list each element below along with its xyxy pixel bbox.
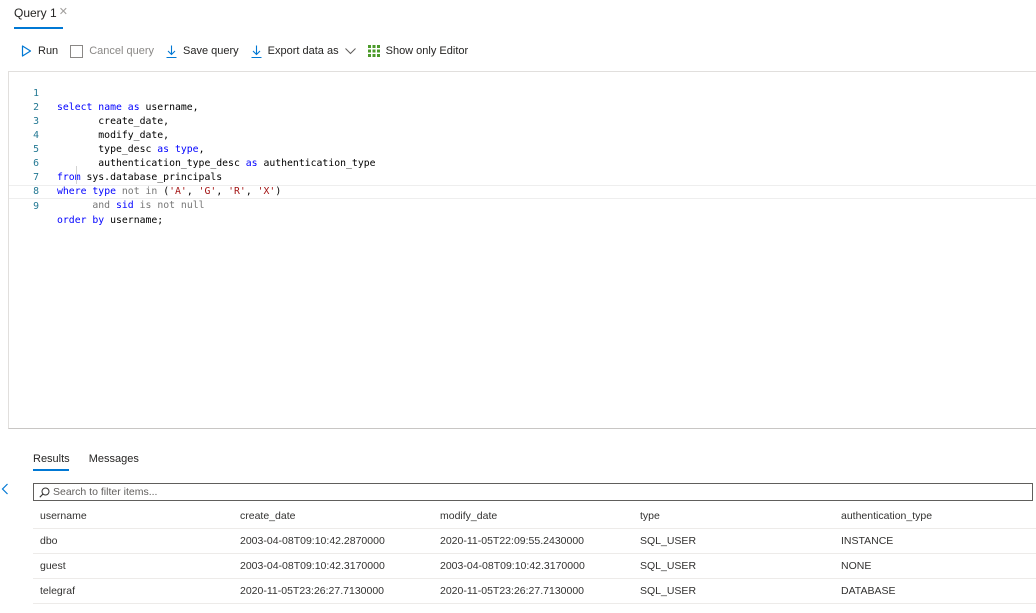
column-header-modify-date[interactable]: modify_date [440, 504, 497, 529]
table-cell[interactable]: 2020-11-05T23:26:27.7130000 [240, 579, 384, 604]
table-cell[interactable]: SQL_USER [640, 579, 696, 604]
active-results-tab-indicator [33, 469, 69, 471]
indent-guide [76, 166, 77, 184]
grid-icon [367, 45, 380, 57]
sql-editor[interactable]: 1 select name as username, 2 create_date… [8, 71, 1036, 429]
export-data-button[interactable]: Export data as [251, 41, 356, 61]
download-arrow-icon [166, 45, 177, 58]
table-cell[interactable]: SQL_USER [640, 554, 696, 579]
code-line: 5 authentication_type_desc as authentica… [9, 129, 1036, 169]
play-icon [21, 45, 32, 57]
table-header-row: username create_date modify_date type au… [33, 504, 1036, 529]
show-only-editor-button[interactable]: Show only Editor [367, 41, 469, 61]
code-line: 4 type_desc as type, [9, 115, 1036, 155]
column-header-authentication-type[interactable]: authentication_type [841, 504, 932, 529]
filter-box[interactable] [33, 483, 1033, 501]
download-arrow-icon [251, 45, 262, 58]
chevron-left-icon[interactable] [1, 483, 9, 498]
table-cell[interactable]: 2020-11-05T23:26:27.7130000 [440, 579, 584, 604]
code-line: 8 and sid is not null [9, 171, 1036, 211]
table-cell[interactable]: dbo [40, 529, 58, 554]
table-row[interactable]: telegraf 2020-11-05T23:26:27.7130000 202… [33, 579, 1036, 604]
table-cell[interactable]: 2003-04-08T09:10:42.3170000 [240, 554, 385, 579]
table-cell[interactable]: guest [40, 554, 66, 579]
table-cell[interactable]: SQL_USER [640, 529, 696, 554]
code-line: 3 modify_date, [9, 101, 1036, 141]
results-grid: username create_date modify_date type au… [33, 504, 1036, 604]
column-header-create-date[interactable]: create_date [240, 504, 295, 529]
export-data-label: Export data as [267, 45, 339, 57]
cancel-query-button[interactable]: Cancel query [70, 41, 154, 61]
save-query-label: Save query [183, 45, 239, 57]
table-cell[interactable]: NONE [841, 554, 871, 579]
code-text: and sid is not null [92, 200, 205, 211]
run-button[interactable]: Run [21, 41, 58, 61]
table-cell[interactable]: DATABASE [841, 579, 895, 604]
line-number: 9 [33, 201, 39, 212]
code-text: order by username; [57, 215, 164, 226]
code-line-current: 9 order by username; [9, 185, 1036, 226]
tab-label: Query 1 [14, 6, 57, 20]
tab-messages[interactable]: Messages [89, 452, 139, 472]
close-icon[interactable]: ✕ [59, 6, 68, 19]
code-line: 2 create_date, [9, 87, 1036, 127]
table-row[interactable]: dbo 2003-04-08T09:10:42.2870000 2020-11-… [33, 529, 1036, 554]
table-row[interactable]: guest 2003-04-08T09:10:42.3170000 2003-0… [33, 554, 1036, 579]
search-icon [39, 487, 50, 498]
column-header-type[interactable]: type [640, 504, 660, 529]
table-cell[interactable]: telegraf [40, 579, 75, 604]
table-cell[interactable]: 2003-04-08T09:10:42.3170000 [440, 554, 585, 579]
cancel-query-label: Cancel query [89, 45, 155, 57]
column-header-username[interactable]: username [40, 504, 87, 529]
table-cell[interactable]: 2020-11-05T22:09:55.2430000 [440, 529, 584, 554]
run-label: Run [38, 45, 59, 57]
table-cell[interactable]: INSTANCE [841, 529, 893, 554]
query-toolbar: Run Cancel query Save query Export data … [0, 40, 1036, 62]
table-cell[interactable]: 2003-04-08T09:10:42.2870000 [240, 529, 385, 554]
code-line: 6 from sys.database_principals [9, 143, 1036, 183]
chevron-down-icon [344, 47, 356, 55]
active-tab-indicator [14, 27, 63, 29]
show-only-editor-label: Show only Editor [385, 45, 469, 57]
save-query-button[interactable]: Save query [166, 41, 239, 61]
code-line: 7 where type not in ('A', 'G', 'R', 'X') [9, 157, 1036, 197]
code-line: 1 select name as username, [9, 73, 1036, 113]
query-tab-bar: Query 1 ✕ [0, 0, 1036, 30]
filter-input[interactable] [53, 486, 953, 498]
stop-icon [70, 44, 84, 58]
